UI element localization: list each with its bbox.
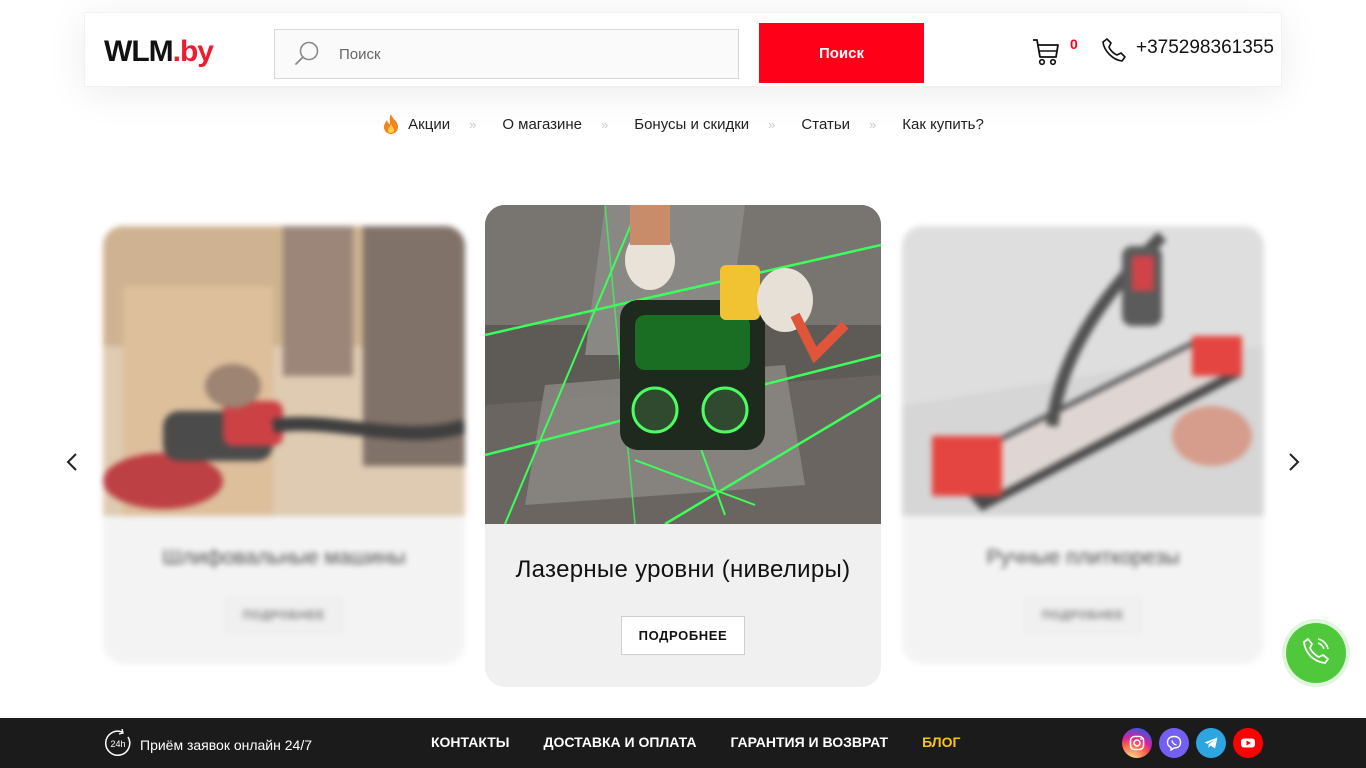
more-button[interactable]: ПОДРОБНЕЕ [224, 596, 344, 634]
more-button[interactable]: ПОДРОБНЕЕ [1023, 596, 1143, 634]
cart-count-badge: 0 [1070, 36, 1078, 52]
logo-domain: .by [172, 35, 214, 68]
nav-separator: » [869, 116, 877, 132]
footer-bar: 24h Приём заявок онлайн 24/7 КОНТАКТЫ ДО… [0, 718, 1366, 768]
viber-icon[interactable] [1159, 728, 1189, 758]
logo[interactable]: WLM .by [104, 35, 214, 68]
fire-icon [382, 114, 400, 134]
cart-icon[interactable] [1032, 37, 1062, 67]
youtube-icon[interactable] [1233, 728, 1263, 758]
footer-link-warranty[interactable]: ГАРАНТИЯ И ВОЗВРАТ [730, 734, 888, 750]
nav-separator: » [469, 116, 477, 132]
search-input[interactable] [339, 45, 719, 63]
main-nav: Акции » О магазине » Бонусы и скидки » С… [0, 112, 1366, 136]
slide-image-sanders [103, 226, 465, 516]
nav-item-bonuses[interactable]: Бонусы и скидки [634, 116, 749, 133]
footer-link-delivery[interactable]: ДОСТАВКА И ОПЛАТА [543, 734, 696, 750]
slide-title: Ручные плиткорезы [986, 546, 1180, 569]
category-slider: Шлифовальные машины ПОДРОБНЕЕ Лазерные у… [0, 200, 1366, 700]
header: WLM.by Поиск 0 +375298361355 Акции » О м… [0, 0, 1366, 150]
search-icon[interactable] [275, 30, 339, 78]
telegram-icon[interactable] [1196, 728, 1226, 758]
nav-separator: » [768, 116, 776, 132]
search-box [274, 29, 739, 79]
more-button[interactable]: ПОДРОБНЕЕ [620, 616, 746, 655]
instagram-icon[interactable] [1122, 728, 1152, 758]
online-orders-text: Приём заявок онлайн 24/7 [140, 736, 312, 753]
online-orders-info: 24h Приём заявок онлайн 24/7 [104, 728, 312, 760]
header-box: WLM.by Поиск 0 +375298361355 [84, 12, 1282, 87]
chevron-left-icon[interactable] [62, 450, 82, 474]
footer-nav: КОНТАКТЫ ДОСТАВКА И ОПЛАТА ГАРАНТИЯ И ВО… [431, 734, 994, 750]
slide-title: Лазерные уровни (нивелиры) [515, 556, 851, 583]
slide-title: Шлифовальные машины [162, 546, 406, 569]
slide-card-laser-levels[interactable]: Лазерные уровни (нивелиры) ПОДРОБНЕЕ [485, 205, 881, 687]
slide-card-tile-cutters[interactable]: Ручные плиткорезы ПОДРОБНЕЕ [902, 226, 1264, 664]
slide-image-laser-levels [485, 205, 881, 524]
nav-item-sales[interactable]: Акции [382, 114, 450, 134]
slide-image-tile-cutters [902, 226, 1264, 516]
social-links [1122, 728, 1270, 758]
footer-link-contacts[interactable]: КОНТАКТЫ [431, 734, 509, 750]
nav-item-how-to-buy[interactable]: Как купить? [902, 116, 984, 133]
phone-icon [1101, 37, 1127, 63]
phone-number-link[interactable]: +375298361355 [1136, 37, 1274, 59]
logo-main: WLM [104, 35, 174, 68]
nav-label-sales: Акции [408, 115, 451, 133]
callback-button[interactable] [1286, 623, 1346, 683]
footer-link-blog[interactable]: БЛОГ [922, 734, 960, 750]
search-button[interactable]: Поиск [759, 23, 924, 83]
slide-card-sanders[interactable]: Шлифовальные машины ПОДРОБНЕЕ [103, 226, 465, 664]
phone-call-icon [1300, 635, 1332, 672]
clock-24h-icon: 24h [104, 728, 140, 760]
nav-separator: » [601, 116, 609, 132]
badge-24h: 24h [110, 739, 125, 749]
nav-item-about[interactable]: О магазине [502, 116, 582, 133]
chevron-right-icon[interactable] [1284, 450, 1304, 474]
nav-item-articles[interactable]: Статьи [801, 116, 850, 133]
